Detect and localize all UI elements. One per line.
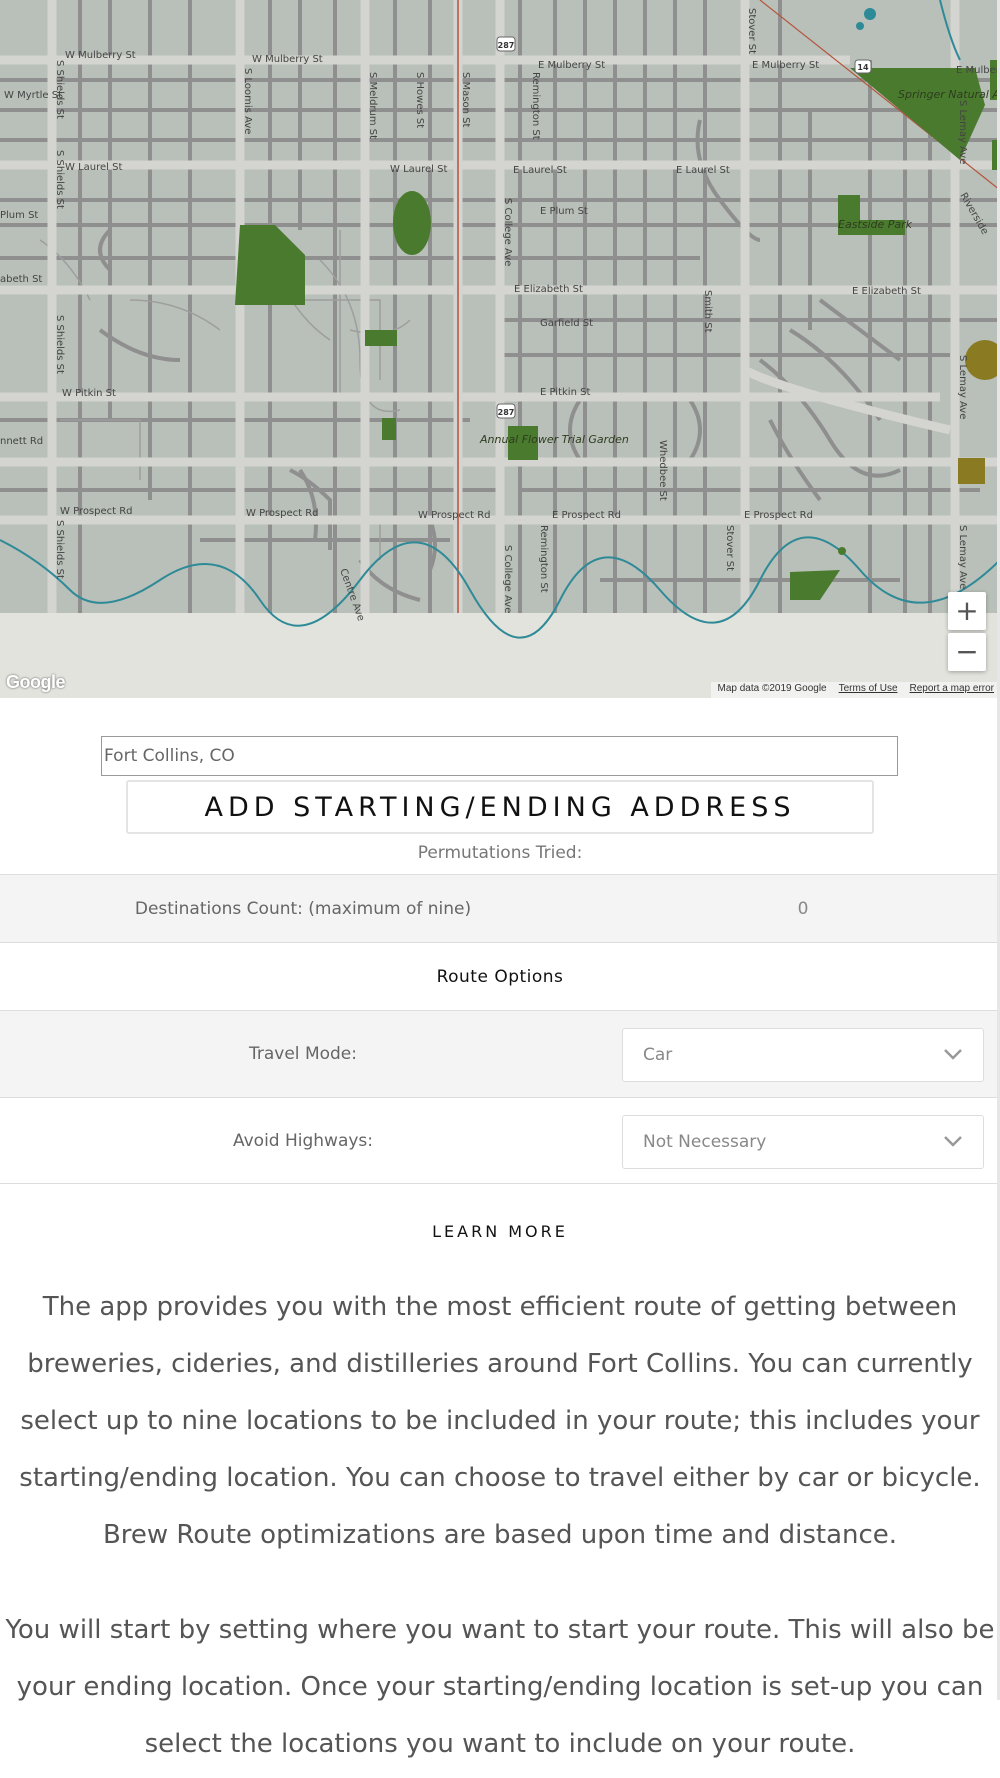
street-label: E Prospect Rd — [552, 510, 621, 521]
street-label: S Lemay Ave — [957, 525, 968, 589]
street-label: S Shields St — [54, 60, 65, 119]
street-label: nnett Rd — [0, 436, 43, 447]
route-options-row: Route Options — [0, 942, 1000, 1010]
travel-mode-select[interactable]: Car — [622, 1028, 984, 1082]
hwy-14-shield: 14 — [857, 63, 869, 72]
place-label-eastside-park: Eastside Park — [838, 218, 913, 231]
street-label: Plum St — [0, 210, 38, 221]
street-label: E Mulberry St — [538, 60, 605, 71]
terms-of-use-link[interactable]: Terms of Use — [832, 682, 904, 698]
street-label: E Elizabeth St — [514, 284, 583, 295]
travel-mode-row: Travel Mode: Car — [0, 1010, 1000, 1097]
street-label: Remington St — [538, 525, 549, 593]
street-label: Smith St — [702, 290, 713, 333]
place-label-springer: Springer Natural Area — [898, 88, 1000, 101]
street-label: S College Ave — [502, 198, 513, 266]
street-label: E Elizabeth St — [852, 286, 921, 297]
add-address-button[interactable]: ADD STARTING/ENDING ADDRESS — [126, 780, 874, 834]
chevron-down-icon — [944, 1136, 962, 1147]
street-label: S Mason St — [460, 72, 471, 127]
street-label: Stover St — [724, 525, 735, 571]
street-label: abeth St — [0, 274, 42, 285]
permutations-tried-label: Permutations Tried: — [417, 843, 583, 863]
intro-paragraph: The app provides you with the most effic… — [19, 1292, 981, 1550]
street-label: E Laurel St — [676, 165, 730, 176]
street-label: Whedbee St — [657, 440, 668, 501]
street-label: W Prospect Rd — [418, 510, 491, 521]
street-label: W Mulberry St — [252, 54, 323, 65]
route-options-title: Route Options — [436, 966, 564, 987]
place-label-annual-flower: Annual Flower Trial Garden — [479, 433, 629, 446]
hwy-287-shield-north: 287 — [498, 41, 515, 50]
destinations-count-label: Destinations Count: (maximum of nine) — [134, 898, 472, 919]
street-label: S Loomis Ave — [242, 68, 253, 134]
report-map-error-link[interactable]: Report a map error — [903, 682, 1000, 698]
hwy-287-shield-south: 287 — [498, 408, 515, 417]
avoid-highways-row: Avoid Highways: Not Necessary — [0, 1097, 1000, 1184]
learn-more-heading: LEARN MORE — [432, 1222, 568, 1241]
street-label: W Pitkin St — [62, 388, 116, 399]
avoid-highways-label: Avoid Highways: — [232, 1130, 374, 1151]
travel-mode-label: Travel Mode: — [249, 1044, 357, 1064]
map-data-credit: Map data ©2019 Google — [711, 682, 833, 698]
street-label: E Prospect Rd — [744, 510, 813, 521]
street-label: W Laurel St — [390, 164, 447, 175]
map-attribution-bar: Map data ©2019 Google Terms of Use Repor… — [711, 682, 1000, 698]
destinations-count-value: 0 — [797, 898, 809, 919]
street-label: W Mulberry St — [65, 50, 136, 61]
street-label: E Laurel St — [513, 165, 567, 176]
street-label: S Shields St — [54, 315, 65, 374]
street-label: E Plum St — [540, 206, 588, 217]
street-label: S Lemay Ave — [957, 100, 968, 164]
street-label: W Prospect Rd — [60, 506, 133, 517]
street-label: Garfield St — [540, 318, 593, 329]
street-label: W Myrtle St — [4, 90, 62, 101]
street-label: E Mulber — [956, 65, 1000, 76]
street-label: E Pitkin St — [540, 387, 590, 398]
avoid-highways-selected: Not Necessary — [643, 1132, 767, 1152]
street-label: E Mulberry St — [752, 60, 819, 71]
street-label: S Shields St — [54, 520, 65, 579]
google-logo: Google — [6, 672, 66, 692]
street-label: W Laurel St — [65, 162, 122, 173]
street-label: Stover St — [746, 8, 757, 54]
address-input[interactable] — [101, 736, 898, 776]
street-label: S Shields St — [54, 150, 65, 209]
route-map[interactable]: 287 287 14 W Mulberry St W Mulberry St E… — [0, 0, 1000, 698]
street-label: S Meldrum St — [367, 72, 378, 139]
destinations-count-row: Destinations Count: (maximum of nine) 0 — [0, 874, 1000, 942]
chevron-down-icon — [944, 1049, 962, 1060]
street-label: S Howes St — [414, 72, 425, 128]
street-label: Remington St — [530, 72, 541, 140]
map-canvas[interactable]: 287 287 14 W Mulberry St W Mulberry St E… — [0, 0, 1000, 698]
street-label: S Lemay Ave — [957, 355, 968, 419]
travel-mode-selected: Car — [643, 1045, 673, 1065]
zoom-out-button[interactable]: − — [948, 633, 986, 671]
zoom-in-button[interactable]: + — [948, 592, 986, 630]
street-label: W Prospect Rd — [246, 508, 319, 519]
avoid-highways-select[interactable]: Not Necessary — [622, 1115, 984, 1169]
instructions-paragraph: You will start by setting where you want… — [5, 1615, 995, 1759]
street-label: S College Ave — [502, 545, 513, 613]
